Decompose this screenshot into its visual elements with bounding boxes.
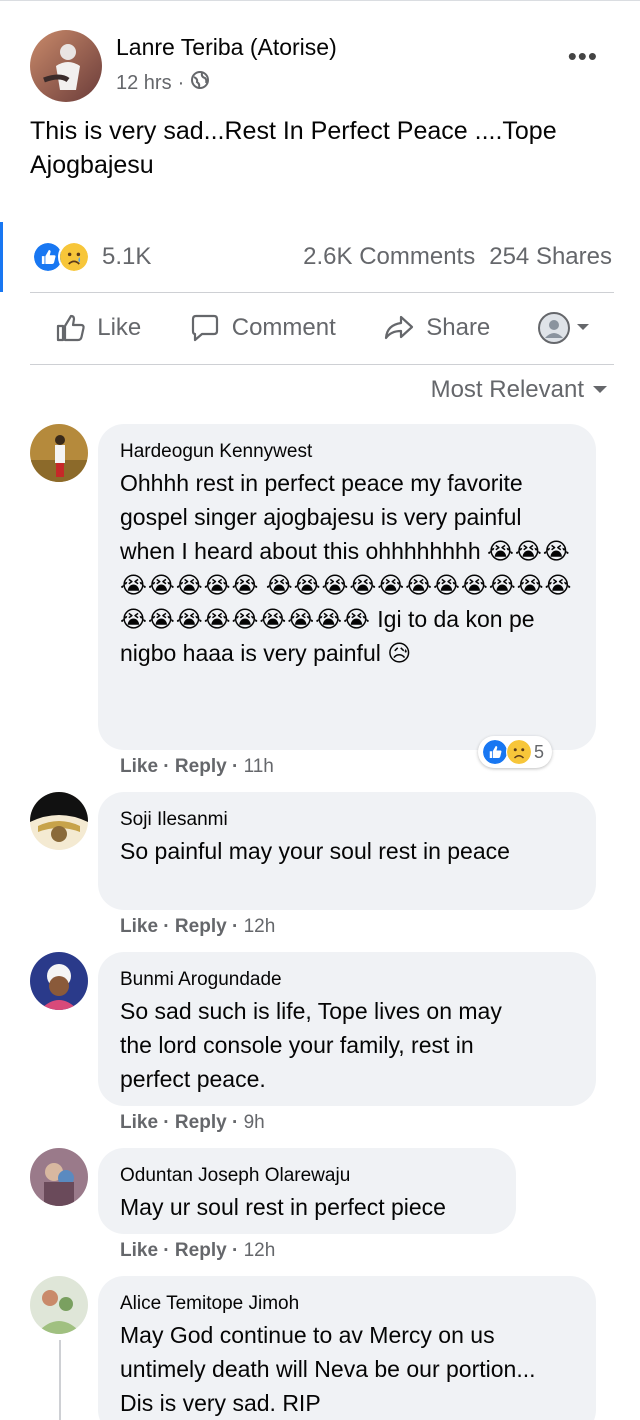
comment-label: Comment: [231, 314, 336, 341]
post-action-bar: Like Comment Share: [30, 300, 614, 356]
comment-reply-link[interactable]: Reply: [175, 1112, 227, 1133]
commenter-name[interactable]: Hardeogun Kennywest: [120, 440, 576, 464]
sort-label: Most Relevant: [430, 376, 584, 403]
stats-divider: [30, 292, 614, 293]
comment-bubble: Oduntan Joseph Olarewaju May ur soul res…: [98, 1148, 516, 1234]
post-stats: 5.1K 2.6K Comments 254 Shares: [32, 236, 612, 278]
comment-actions: Like · Reply · 11h: [120, 756, 274, 777]
share-icon: [385, 315, 414, 340]
comment-item: Oduntan Joseph Olarewaju May ur soul res…: [30, 1148, 590, 1268]
reactions-count[interactable]: 5.1K: [102, 243, 151, 271]
like-button[interactable]: Like: [53, 311, 141, 345]
chevron-down-icon: [575, 314, 591, 342]
comment-actions: Like · Reply · 9h: [120, 1112, 265, 1133]
share-label: Share: [426, 314, 491, 341]
comment-actions: Like · Reply · 12h: [120, 1240, 276, 1261]
comment-item: Bunmi Arogundade So sad such is life, To…: [30, 952, 596, 1137]
commenter-name[interactable]: Oduntan Joseph Olarewaju: [120, 1164, 496, 1188]
more-options-button[interactable]: •••: [568, 43, 598, 69]
comment-item: Alice Temitope Jimoh May God continue to…: [30, 1276, 596, 1420]
commenter-avatar[interactable]: [30, 1276, 88, 1334]
comment-reply-link[interactable]: Reply: [175, 756, 227, 777]
commenter-avatar[interactable]: [30, 1148, 88, 1206]
comment-button[interactable]: Comment: [188, 311, 336, 345]
comment-reply-link[interactable]: Reply: [175, 916, 227, 937]
comment-time[interactable]: 11h: [244, 756, 274, 777]
comment-bubble: Alice Temitope Jimoh May God continue to…: [98, 1276, 596, 1420]
post-time[interactable]: 12 hrs: [116, 72, 172, 95]
commenter-avatar[interactable]: [30, 952, 88, 1010]
comment-text: Ohhhh rest in perfect peace my favorite …: [120, 466, 576, 670]
comment-text: So painful may your soul rest in peace: [120, 838, 510, 864]
comment-item: Soji Ilesanmi So painful may your soul r…: [30, 792, 596, 942]
comment-bubble: Hardeogun Kennywest Ohhhh rest in perfec…: [98, 424, 596, 750]
comment-text: May God continue to av Mercy on us untim…: [120, 1322, 536, 1416]
sad-icon: [58, 241, 90, 273]
sad-icon: [506, 739, 532, 765]
sad-emoji: 😥: [387, 640, 412, 666]
focus-edge-indicator: [0, 222, 3, 292]
like-icon: [482, 739, 508, 765]
top-border: [0, 0, 640, 1]
thumbs-up-icon: [57, 314, 85, 342]
commenter-name[interactable]: Alice Temitope Jimoh: [120, 1292, 576, 1316]
comment-item: Hardeogun Kennywest Ohhhh rest in perfec…: [30, 424, 596, 784]
caret-down-icon: [592, 376, 608, 404]
commenter-name[interactable]: Soji Ilesanmi: [120, 808, 576, 832]
comment-actions: Like · Reply · 12h: [120, 916, 276, 937]
post-header: Lanre Teriba (Atorise) 12 hrs · •••: [30, 28, 610, 102]
post-author-name[interactable]: Lanre Teriba (Atorise): [116, 34, 337, 61]
comment-bubble: Bunmi Arogundade So sad such is life, To…: [98, 952, 596, 1106]
share-button[interactable]: Share: [382, 311, 490, 345]
commenter-avatar[interactable]: [30, 424, 88, 482]
actions-divider: [30, 364, 614, 365]
commenter-avatar[interactable]: [30, 792, 88, 850]
comment-like-link[interactable]: Like: [120, 916, 158, 937]
comment-icon: [191, 314, 218, 342]
comment-bubble: Soji Ilesanmi So painful may your soul r…: [98, 792, 596, 910]
comment-like-link[interactable]: Like: [120, 1240, 158, 1261]
comment-text: May ur soul rest in perfect piece: [120, 1194, 446, 1220]
post-meta: 12 hrs ·: [116, 70, 210, 96]
profile-switch-icon: [537, 312, 570, 344]
post-text: This is very sad...Rest In Perfect Peace…: [30, 117, 557, 179]
comment-sort-dropdown[interactable]: Most Relevant: [431, 376, 608, 404]
commenter-name[interactable]: Bunmi Arogundade: [120, 968, 576, 992]
reaction-icons[interactable]: [32, 241, 90, 273]
comment-like-link[interactable]: Like: [120, 1112, 158, 1133]
author-avatar[interactable]: [30, 30, 102, 102]
comment-text: So sad such is life, Tope lives on may t…: [120, 998, 502, 1092]
comments-count[interactable]: 2.6K Comments: [303, 243, 475, 271]
globe-icon: [190, 70, 210, 96]
like-label: Like: [97, 314, 142, 341]
comment-time[interactable]: 9h: [244, 1112, 265, 1133]
comment-text-part: Ohhhh rest in perfect peace my favorite …: [120, 470, 523, 564]
shares-count[interactable]: 254 Shares: [489, 243, 612, 271]
comment-reaction-count: 5: [534, 741, 545, 762]
meta-separator: ·: [177, 71, 185, 94]
comment-time[interactable]: 12h: [244, 916, 276, 937]
comment-like-link[interactable]: Like: [120, 756, 158, 777]
comment-reply-link[interactable]: Reply: [175, 1240, 227, 1261]
react-as-selector[interactable]: [537, 311, 591, 345]
comment-reactions[interactable]: 5: [478, 736, 553, 768]
comment-time[interactable]: 12h: [244, 1240, 276, 1261]
